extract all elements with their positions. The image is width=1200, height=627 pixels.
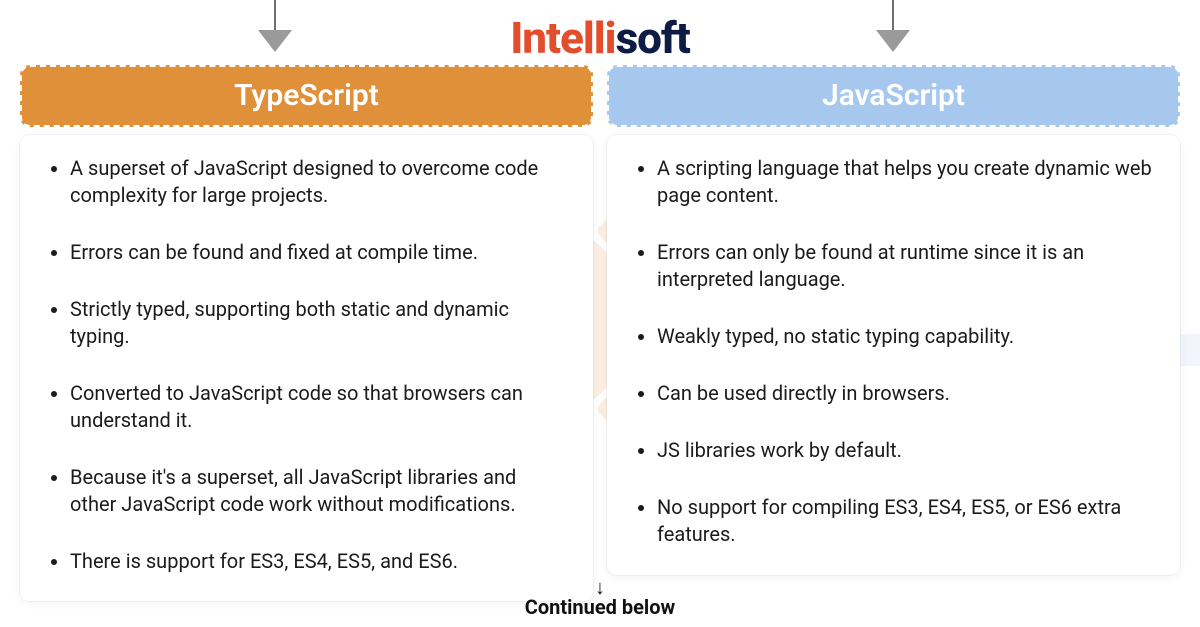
column-header-javascript: JavaScript — [607, 65, 1180, 127]
list-item: Can be used directly in browsers. — [657, 380, 1152, 407]
list-item: Strictly typed, supporting both static a… — [70, 296, 565, 350]
column-typescript: TypeScript A superset of JavaScript desi… — [20, 65, 593, 601]
column-body-typescript: A superset of JavaScript designed to ove… — [20, 135, 593, 601]
column-body-javascript: A scripting language that helps you crea… — [607, 135, 1180, 575]
list-item: JS libraries work by default. — [657, 437, 1152, 464]
brand-part2: soft — [616, 12, 690, 64]
brand-part1: Intelli — [510, 12, 615, 64]
list-item: Converted to JavaScript code so that bro… — [70, 380, 565, 434]
column-javascript: JavaScript A scripting language that hel… — [607, 65, 1180, 601]
list-item: Because it's a superset, all JavaScript … — [70, 464, 565, 518]
list-item: A superset of JavaScript designed to ove… — [70, 155, 565, 209]
feature-list-typescript: A superset of JavaScript designed to ove… — [48, 155, 565, 575]
comparison-columns: TypeScript A superset of JavaScript desi… — [20, 65, 1180, 601]
list-item: Errors can only be found at runtime sinc… — [657, 239, 1152, 293]
continued-indicator: ↓ Continued below — [0, 581, 1200, 619]
feature-list-javascript: A scripting language that helps you crea… — [635, 155, 1152, 548]
list-item: No support for compiling ES3, ES4, ES5, … — [657, 494, 1152, 548]
list-item: Weakly typed, no static typing capabilit… — [657, 323, 1152, 350]
list-item: There is support for ES3, ES4, ES5, and … — [70, 548, 565, 575]
continued-label: Continued below — [0, 595, 1200, 619]
list-item: A scripting language that helps you crea… — [657, 155, 1152, 209]
column-header-typescript: TypeScript — [20, 65, 593, 127]
brand-logo: Intellisoft — [0, 12, 1200, 64]
list-item: Errors can be found and fixed at compile… — [70, 239, 565, 266]
arrow-down-icon: ↓ — [0, 581, 1200, 593]
